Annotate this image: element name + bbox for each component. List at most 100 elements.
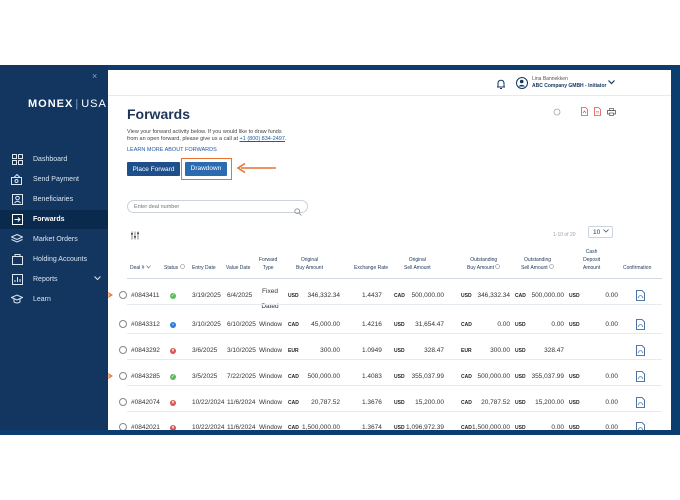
place-forward-button[interactable]: Place Forward <box>127 162 180 176</box>
pdf-icon[interactable] <box>636 397 645 408</box>
value-date: 6/10/2025 <box>227 321 256 328</box>
outstanding-sell-amount: 500,000.00 <box>531 292 564 299</box>
header-divider <box>127 278 662 279</box>
sidebar-item-label: Beneficiaries <box>33 196 74 203</box>
document-export-icon[interactable] <box>594 103 601 121</box>
top-bar: Lina Bannekken ABC Company GMBH - Initia… <box>108 70 671 96</box>
pdf-icon[interactable] <box>636 371 645 382</box>
logo-separator: | <box>75 98 80 110</box>
col-header-label: Original <box>408 257 426 263</box>
avatar[interactable] <box>516 77 528 89</box>
holding-accounts-icon <box>10 254 24 265</box>
sidebar-item-market-orders[interactable]: Market Orders <box>0 230 108 249</box>
sidebar-item-forwards[interactable]: Forwards <box>0 210 108 229</box>
deal-number[interactable]: #0843411 <box>131 292 159 299</box>
row-divider <box>127 411 662 412</box>
deal-number[interactable]: #0843292 <box>131 347 160 354</box>
search-icon[interactable] <box>294 203 302 221</box>
row-select-radio[interactable] <box>119 320 127 328</box>
sidebar-item-reports[interactable]: Reports <box>0 270 108 289</box>
status-closed-icon: × <box>170 348 176 354</box>
col-header-label: Buy Amount <box>296 265 323 271</box>
page-title: Forwards <box>127 106 191 122</box>
sidebar-item-label: Holding Accounts <box>33 256 88 263</box>
user-company[interactable]: ABC Company GMBH - Initiator <box>532 83 606 89</box>
chevron-down-icon <box>603 229 609 235</box>
col-header-label: Sell Amount <box>404 265 431 271</box>
drawdown-button[interactable]: Drawdown <box>185 161 227 176</box>
chevron-down-icon[interactable] <box>94 276 101 283</box>
cash-deposit-currency: USD <box>569 322 580 328</box>
col-header-status: Status <box>164 264 185 272</box>
user-name: Lina Bannekken <box>532 76 568 82</box>
original-sell-amount: 31,654.47 <box>415 321 444 328</box>
row-select-radio[interactable] <box>119 372 127 380</box>
pdf-icon[interactable] <box>636 319 645 330</box>
print-icon[interactable] <box>607 103 616 121</box>
col-header-original-buy: Original Buy Amount <box>296 256 323 272</box>
col-header-label: Type <box>262 265 274 271</box>
outstanding-buy-currency: EUR <box>461 348 472 354</box>
entry-date: 3/19/2025 <box>192 292 221 299</box>
col-header-entry-date: Entry Date <box>192 265 216 271</box>
sidebar-item-learn[interactable]: Learn <box>0 290 108 309</box>
cash-deposit-currency: USD <box>569 374 580 380</box>
phone-link[interactable]: +1 (800) 834-2497 <box>240 136 285 142</box>
row-select-radio[interactable] <box>119 398 127 406</box>
drawdown-highlight: Drawdown <box>181 158 232 180</box>
outstanding-sell-currency: USD <box>515 400 526 406</box>
chevron-down-icon <box>146 265 151 271</box>
row-select-radio[interactable] <box>119 291 127 299</box>
exchange-rate: 1.0949 <box>362 347 382 354</box>
original-sell-currency: CAD <box>394 293 405 299</box>
sidebar-item-holding-accounts[interactable]: Holding Accounts <box>0 250 108 269</box>
col-header-cash-deposit: Cash Deposit Amount <box>583 248 600 272</box>
original-buy-amount: 346,332.34 <box>307 292 340 299</box>
pdf-icon[interactable] <box>636 345 645 356</box>
sidebar-item-send-payment[interactable]: Send Payment <box>0 170 108 189</box>
filter-icon[interactable] <box>130 227 140 245</box>
entry-date: 10/22/2024 <box>192 399 225 406</box>
search-input[interactable] <box>134 203 284 211</box>
row-divider <box>127 333 662 334</box>
deal-search[interactable] <box>127 200 308 216</box>
learn-more-link[interactable]: LEARN MORE ABOUT FORWARDS <box>127 147 217 153</box>
row-select-radio[interactable] <box>119 346 127 354</box>
original-sell-currency: USD <box>394 322 405 328</box>
original-buy-currency: USD <box>288 293 299 299</box>
original-sell-currency: USD <box>394 348 405 354</box>
deal-number[interactable]: #0843312 <box>131 321 160 328</box>
annotation-arrow-icon <box>108 373 113 379</box>
info-icon[interactable] <box>179 264 185 271</box>
pdf-icon[interactable] <box>636 290 645 301</box>
info-icon[interactable] <box>549 264 554 271</box>
refresh-icon[interactable] <box>553 103 561 121</box>
status-open-icon: ✓ <box>170 374 176 380</box>
value-date: 11/6/2024 <box>227 399 256 406</box>
entry-date: 3/5/2025 <box>192 373 218 380</box>
col-header-label: Forward <box>259 257 278 263</box>
pdf-export-icon[interactable] <box>581 103 588 121</box>
forward-type: Window <box>259 373 283 380</box>
bell-icon[interactable] <box>495 77 507 89</box>
col-header-deal[interactable]: Deal # <box>130 264 151 272</box>
row-divider <box>127 359 662 360</box>
col-header-forward-type: Forward Type <box>259 256 277 272</box>
close-icon[interactable]: × <box>92 71 97 81</box>
status-pending-icon: › <box>170 322 176 328</box>
col-header-original-sell: Original Sell Amount <box>404 256 431 272</box>
cash-deposit-amount: 0.00 <box>605 399 618 406</box>
chevron-down-icon[interactable] <box>608 80 615 87</box>
sidebar-item-label: Dashboard <box>33 156 68 163</box>
deal-number[interactable]: #0843285 <box>131 373 160 380</box>
sidebar-item-beneficiaries[interactable]: Beneficiaries <box>0 190 108 209</box>
exchange-rate: 1.3676 <box>362 399 382 406</box>
sidebar-item-dashboard[interactable]: Dashboard <box>0 150 108 169</box>
per-page-select[interactable]: 10 <box>588 226 613 238</box>
info-icon[interactable] <box>495 264 501 271</box>
deal-number[interactable]: #0842074 <box>131 399 160 406</box>
exchange-rate: 1.4437 <box>362 292 382 299</box>
intro-text-suffix: . <box>284 136 287 142</box>
cash-deposit-currency: USD <box>569 400 580 406</box>
cash-deposit-currency: USD <box>569 293 580 299</box>
